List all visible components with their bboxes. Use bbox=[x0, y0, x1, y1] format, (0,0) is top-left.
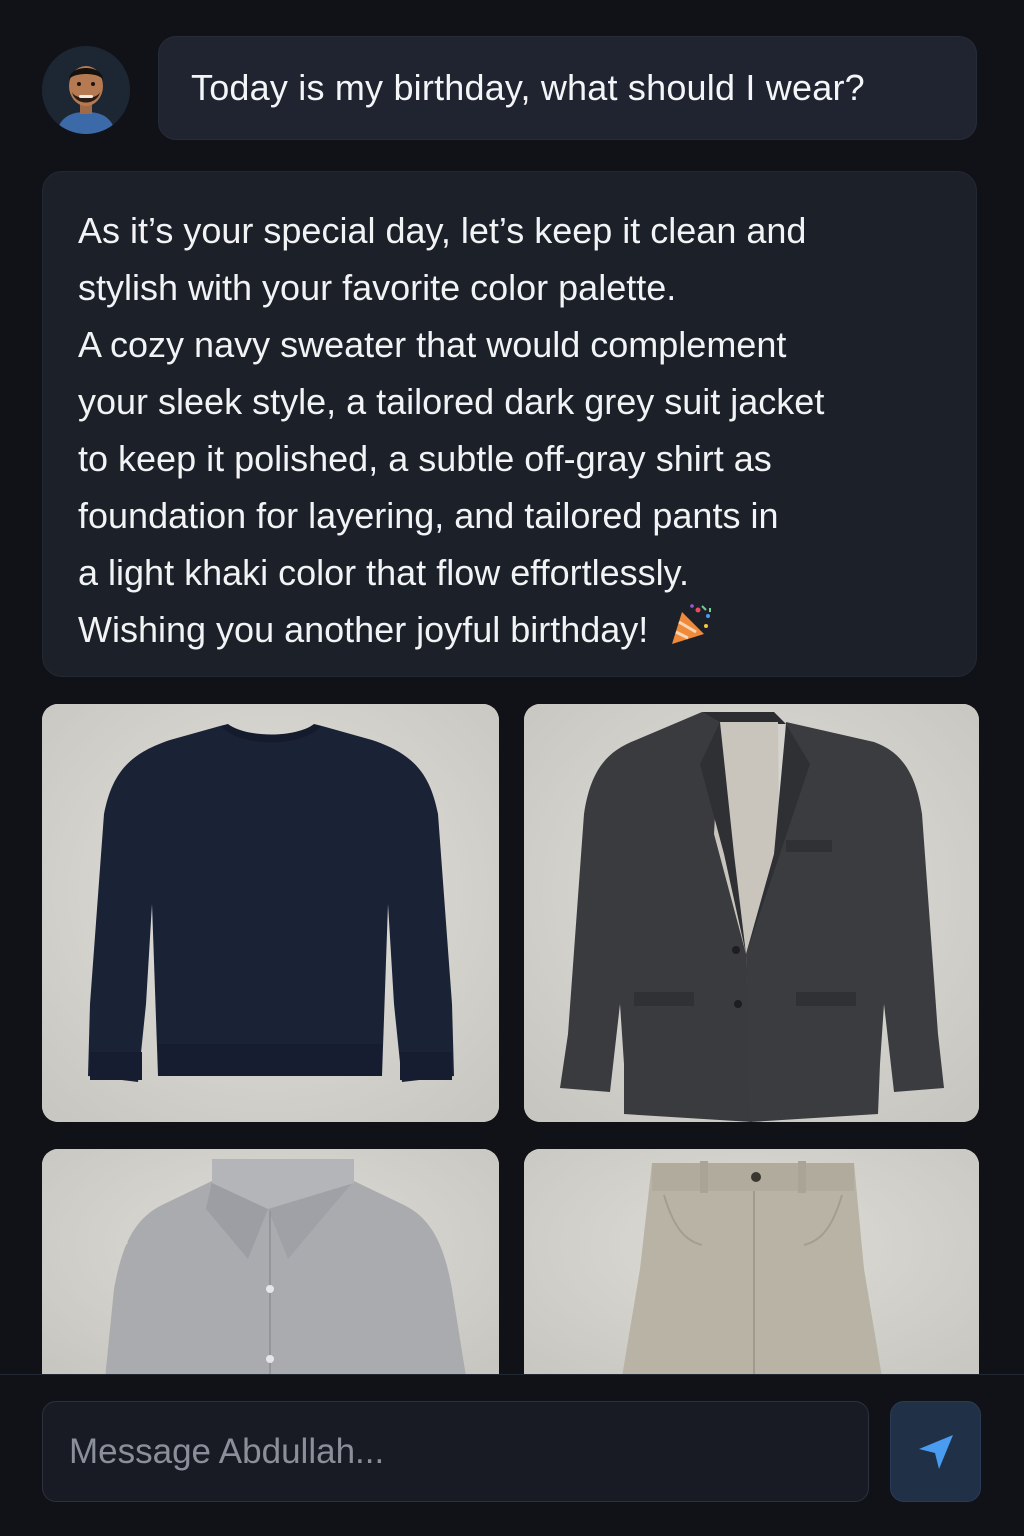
assistant-message-line: a light khaki color that flow effortless… bbox=[78, 552, 689, 593]
send-icon bbox=[918, 1434, 953, 1469]
light-khaki-pants-image[interactable] bbox=[524, 1149, 979, 1374]
chat-thread: Today is my birthday, what should I wear… bbox=[0, 0, 1024, 1374]
assistant-message-line: stylish with your favorite color palette… bbox=[78, 267, 677, 308]
navy-sweater-image[interactable] bbox=[42, 704, 499, 1122]
party-popper-icon bbox=[668, 602, 714, 664]
assistant-message-line-last: Wishing you another joyful birthday! bbox=[78, 601, 942, 664]
message-input-box[interactable] bbox=[42, 1401, 869, 1502]
message-input[interactable] bbox=[69, 1431, 868, 1472]
off-gray-shirt-image[interactable] bbox=[42, 1149, 499, 1374]
assistant-message-text: Wishing you another joyful birthday! bbox=[78, 609, 649, 650]
user-message-text: Today is my birthday, what should I wear… bbox=[191, 67, 865, 108]
assistant-message-line: to keep it polished, a subtle off-gray s… bbox=[78, 438, 772, 479]
assistant-message-line: your sleek style, a tailored dark grey s… bbox=[78, 381, 825, 422]
assistant-message-line: A cozy navy sweater that would complemen… bbox=[78, 324, 787, 365]
message-composer bbox=[0, 1374, 1024, 1536]
send-button[interactable] bbox=[890, 1401, 981, 1502]
user-message-bubble: Today is my birthday, what should I wear… bbox=[158, 36, 977, 140]
user-avatar[interactable] bbox=[42, 46, 130, 134]
dark-grey-suit-jacket-image[interactable] bbox=[524, 704, 979, 1122]
assistant-message-bubble: As it’s your special day, let’s keep it … bbox=[42, 171, 977, 677]
assistant-message-line: As it’s your special day, let’s keep it … bbox=[78, 210, 807, 251]
assistant-message-line: foundation for layering, and tailored pa… bbox=[78, 495, 779, 536]
